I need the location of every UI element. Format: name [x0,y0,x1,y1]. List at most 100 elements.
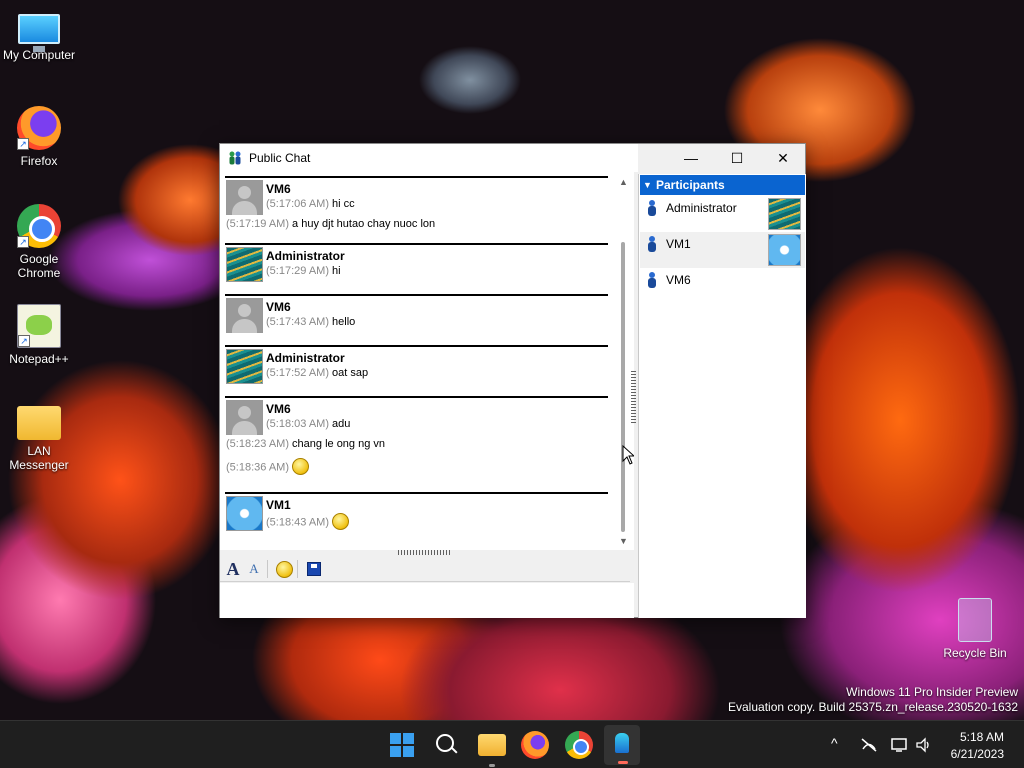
file-explorer-icon[interactable] [478,734,506,767]
message-sender: VM6 [266,402,291,416]
message-text: hi cc [332,198,355,210]
running-indicator [489,764,495,767]
chat-history[interactable]: VM6 (5:17:06 AM) hi cc (5:17:19 AM) a hu… [220,172,634,550]
title-bar[interactable]: Public Chat [220,144,638,172]
watermark-line-1: Windows 11 Pro Insider Preview [846,685,1018,699]
participants-panel: Participants Administrator VM1 VM6 [638,174,806,618]
message-timestamp: (5:17:29 AM) [266,265,329,277]
floppy-disk-icon [307,562,321,576]
participant-item[interactable]: VM6 [640,268,805,304]
desktop-icon-label: Recycle Bin [943,646,1007,660]
message-text: hi [332,265,341,277]
message-sender: VM1 [266,498,291,512]
avatar [226,400,263,435]
desktop-icon-label: Google Chrome [17,252,61,280]
font-color-button[interactable]: A [244,560,264,578]
emoticon-button[interactable] [274,560,294,578]
scroll-up-arrow-icon[interactable]: ▲ [619,177,628,187]
message-timestamp: (5:18:43 AM) [266,516,329,529]
font-button[interactable]: A [223,560,243,578]
clock-time: 5:18 AM [959,730,1004,744]
message-line: (5:18:23 AM) chang le ong ng vn [226,438,385,450]
windows-logo-pane [403,746,414,757]
message-timestamp: (5:17:06 AM) [266,198,329,210]
monitor-icon [18,14,60,52]
chat-message: Administrator (5:17:29 AM) hi [225,243,608,293]
message-text: hello [332,316,356,328]
chat-message: VM1 (5:18:43 AM) [225,492,608,550]
message-line: (5:18:43 AM) [266,513,350,531]
message-line: (5:17:43 AM) hello [266,316,355,328]
participant-item[interactable]: Administrator [640,196,805,232]
save-button[interactable] [304,560,324,578]
participant-item[interactable]: VM1 [640,232,805,268]
windows-logo-icon [390,733,401,744]
close-button[interactable]: ✕ [760,144,806,172]
chat-scrollbar[interactable]: ▲ ▼ [616,172,634,550]
user-icon [648,200,656,216]
shortcut-arrow-icon: ↗ [17,138,29,150]
participant-name: VM6 [666,273,691,287]
avatar [226,349,263,384]
avatar [226,247,263,282]
chrome-taskbar-icon[interactable] [565,731,593,759]
desktop-icon-firefox[interactable]: ↗ Firefox [0,106,78,168]
message-sender: Administrator [266,249,345,263]
chat-message: VM6 (5:17:43 AM) hello [225,294,608,344]
folder-icon [17,406,61,440]
message-text: oat sap [332,367,369,379]
participant-name: VM1 [666,237,691,251]
toolbar-separator [267,560,268,578]
scroll-down-arrow-icon[interactable]: ▼ [619,536,628,546]
message-timestamp: (5:18:36 AM) [226,461,289,474]
firefox-icon: ↗ [17,106,61,150]
message-timestamp: (5:18:23 AM) [226,438,289,450]
watermark-line-2: Evaluation copy. Build 25375.zn_release.… [728,700,1018,714]
minimize-button[interactable]: — [668,144,714,172]
message-input[interactable] [220,583,634,618]
avatar [226,298,263,333]
vertical-splitter-handle[interactable] [631,369,636,423]
avatar [226,496,263,531]
horizontal-splitter-handle[interactable] [398,550,452,555]
message-line: (5:17:19 AM) a huy djt hutao chay nuoc l… [226,218,435,230]
system-clock[interactable]: 5:18 AM 6/21/2023 [951,729,1004,763]
user-icon [648,272,656,288]
desktop-icon-label: LAN Messenger [9,444,69,472]
desktop-icon-my-computer[interactable]: My Computer [0,8,78,62]
desktop-icon-notepad-plus-plus[interactable]: ↗ Notepad++ [0,304,78,366]
volume-icon[interactable] [915,737,933,753]
active-app-indicator [618,761,628,764]
shortcut-arrow-icon: ↗ [17,236,29,248]
smile-emoji-icon [275,560,293,578]
message-line: (5:17:06 AM) hi cc [266,198,355,210]
lan-messenger-taskbar-icon[interactable] [604,725,640,765]
scrollbar-thumb[interactable] [621,242,625,532]
message-timestamp: (5:17:43 AM) [266,316,329,328]
message-line: (5:17:52 AM) oat sap [266,367,368,379]
lan-messenger-app-icon [229,151,241,165]
windows-logo-pane [390,746,401,757]
network-offline-icon[interactable] [860,737,878,753]
toolbar-separator [297,560,298,578]
desktop-icon-lan-messenger[interactable]: LAN Messenger [0,400,78,472]
window-title: Public Chat [249,151,311,165]
search-icon[interactable] [433,731,461,759]
firefox-taskbar-icon[interactable] [521,731,549,759]
notepad-plus-plus-icon: ↗ [17,304,61,348]
message-timestamp: (5:17:19 AM) [226,218,289,230]
desktop-icon-google-chrome[interactable]: ↗ Google Chrome [0,204,78,280]
message-sender: VM6 [266,300,291,314]
display-icon[interactable] [891,737,909,753]
message-line: (5:18:03 AM) adu [266,418,350,430]
participants-header[interactable]: Participants [640,175,805,195]
message-sender: Administrator [266,351,345,365]
message-text: chang le ong ng vn [292,438,386,450]
smile-emoji-icon [332,513,350,530]
maximize-button[interactable]: ☐ [714,144,760,172]
desktop-icon-recycle-bin[interactable]: Recycle Bin [936,598,1014,660]
start-button[interactable] [389,731,417,759]
clock-date: 6/21/2023 [950,747,1004,761]
show-hidden-icons-chevron-icon[interactable]: ^ [831,735,838,751]
participant-avatar [768,234,801,266]
